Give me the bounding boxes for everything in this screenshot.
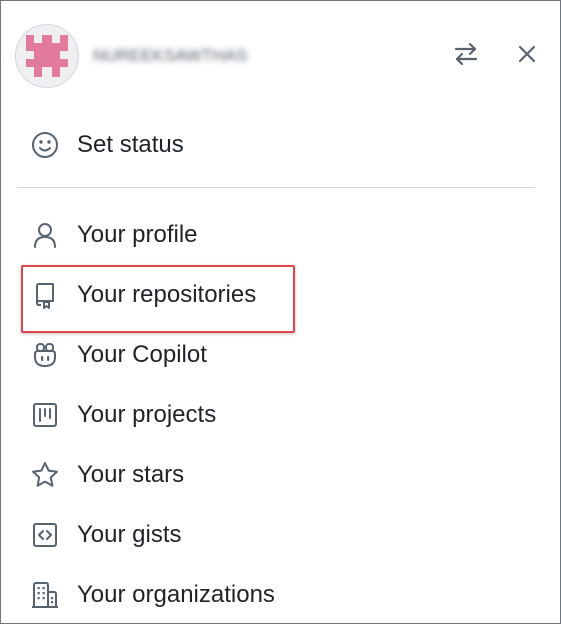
menu-item-gists[interactable]: Your gists xyxy=(17,511,537,559)
set-status-label: Set status xyxy=(77,131,184,158)
menu-item-label: Your stars xyxy=(77,461,185,488)
menu-item-copilot[interactable]: Your Copilot xyxy=(17,331,537,379)
menu-divider xyxy=(17,187,535,188)
identicon-image xyxy=(16,25,78,87)
menu-item-projects[interactable]: Your projects xyxy=(17,391,537,439)
user-menu-header: NUREEKSAWTHAS xyxy=(1,1,560,109)
project-icon xyxy=(29,399,61,431)
code-square-icon xyxy=(29,519,61,551)
arrow-switch-icon xyxy=(454,42,478,66)
menu-item-label: Your gists xyxy=(77,521,182,548)
organization-icon xyxy=(29,579,61,611)
user-menu-panel: NUREEKSAWTHAS Set status Your profile Yo… xyxy=(0,0,561,624)
username: NUREEKSAWTHAS xyxy=(93,46,248,65)
avatar[interactable] xyxy=(15,24,79,88)
menu-item-label: Your Copilot xyxy=(77,341,207,368)
close-button[interactable] xyxy=(510,37,544,71)
set-status-item[interactable]: Set status xyxy=(17,121,537,169)
menu-item-label: Your projects xyxy=(77,401,217,428)
menu-item-label: Your organizations xyxy=(77,581,275,608)
menu-item-profile[interactable]: Your profile xyxy=(17,211,537,259)
switch-account-button[interactable] xyxy=(449,37,483,71)
menu-item-repositories[interactable]: Your repositories xyxy=(17,271,537,319)
menu-item-label: Your profile xyxy=(77,221,198,248)
copilot-icon xyxy=(29,339,61,371)
star-icon xyxy=(29,459,61,491)
smiley-icon xyxy=(29,129,61,161)
menu-item-label: Your repositories xyxy=(77,281,257,308)
person-icon xyxy=(29,219,61,251)
repo-icon xyxy=(29,279,61,311)
menu-item-organizations[interactable]: Your organizations xyxy=(17,571,537,619)
menu-item-stars[interactable]: Your stars xyxy=(17,451,537,499)
close-icon xyxy=(518,45,536,63)
